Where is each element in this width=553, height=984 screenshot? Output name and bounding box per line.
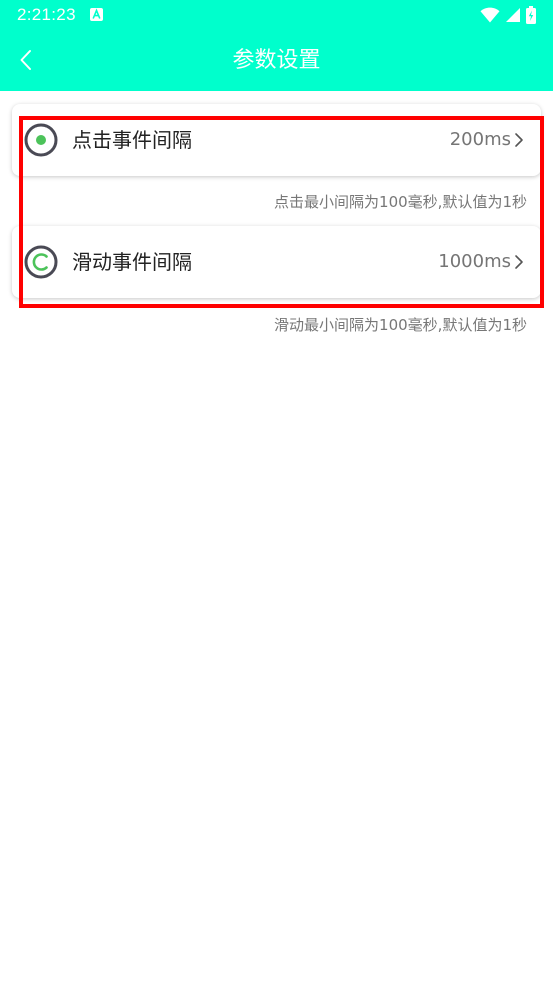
- signal-icon: [506, 8, 520, 22]
- back-button[interactable]: [10, 44, 42, 76]
- battery-icon: [526, 6, 536, 24]
- app-bar: 参数设置: [0, 30, 553, 91]
- chevron-right-icon: [515, 255, 523, 269]
- status-bar: 2:21:23: [0, 0, 553, 30]
- chevron-left-icon: [20, 50, 31, 70]
- setting-value: 200ms: [449, 129, 511, 150]
- setting-value: 1000ms: [438, 251, 511, 272]
- swipe-circle-icon: [24, 245, 58, 279]
- status-icons: [480, 5, 536, 25]
- setting-hint: 滑动最小间隔为100毫秒,默认值为1秒: [274, 316, 527, 334]
- status-time: 2:21:23: [17, 5, 76, 24]
- top-bar: 2:21:23 参数设置: [0, 0, 553, 91]
- chevron-right-icon: [515, 133, 523, 147]
- page-title: 参数设置: [232, 48, 321, 73]
- tap-target-icon: [24, 123, 58, 157]
- setting-label: 点击事件间隔: [72, 128, 192, 152]
- wifi-icon: [480, 7, 500, 23]
- setting-card-swipe-interval[interactable]: 滑动事件间隔 1000ms: [12, 226, 541, 298]
- setting-label: 滑动事件间隔: [72, 250, 192, 274]
- setting-card-tap-interval[interactable]: 点击事件间隔 200ms: [12, 104, 541, 176]
- setting-hint: 点击最小间隔为100毫秒,默认值为1秒: [274, 193, 527, 211]
- notification-a-icon: [90, 8, 103, 21]
